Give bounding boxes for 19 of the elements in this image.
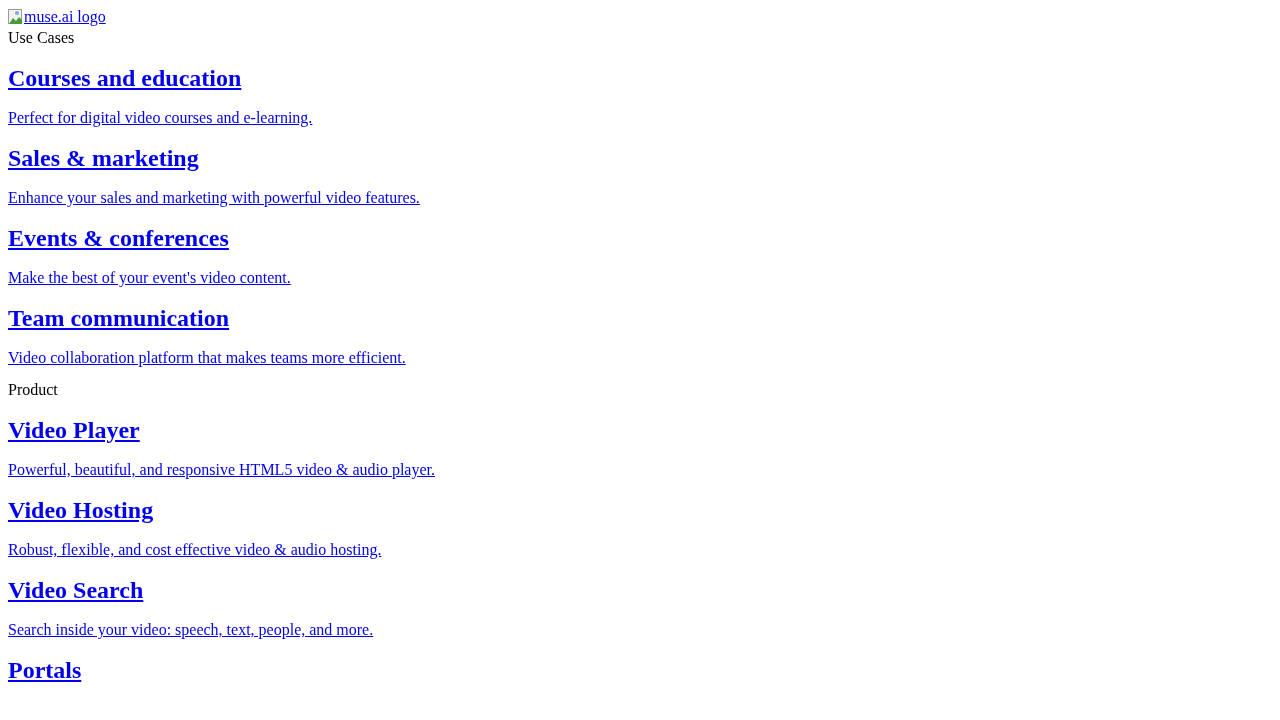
description-link[interactable]: Robust, flexible, and cost effective video & audio hosting. xyxy=(8,541,382,558)
section-label: Product xyxy=(8,381,59,399)
heading-link[interactable]: Video Player xyxy=(8,417,140,443)
description-link[interactable]: Enhance your sales and marketing with powerful video features. xyxy=(8,189,420,206)
heading-link[interactable]: Portals xyxy=(8,657,82,683)
description-link[interactable]: Video collaboration platform that makes teams more efficient. xyxy=(8,349,406,366)
logo-link[interactable]: muse.ai logo xyxy=(8,8,106,26)
broken-image-icon xyxy=(8,9,24,25)
description-link[interactable]: Search inside your video: speech, text, people, and more. xyxy=(8,621,374,638)
heading-link[interactable]: Courses and education xyxy=(8,65,242,91)
heading-link[interactable]: Video Hosting xyxy=(8,497,154,523)
heading-link[interactable]: Sales & marketing xyxy=(8,145,199,171)
heading-link[interactable]: Video Search xyxy=(8,577,144,603)
description-link[interactable]: Make the best of your event's video content. xyxy=(8,269,291,286)
heading-link[interactable]: Team communication xyxy=(8,305,230,331)
heading-link[interactable]: Events & conferences xyxy=(8,225,229,251)
description-link[interactable]: Powerful, beautiful, and responsive HTML5 video & audio player. xyxy=(8,461,435,478)
description-link[interactable]: Perfect for digital video courses and e-learning. xyxy=(8,109,313,126)
section-label: Use Cases xyxy=(8,29,76,47)
